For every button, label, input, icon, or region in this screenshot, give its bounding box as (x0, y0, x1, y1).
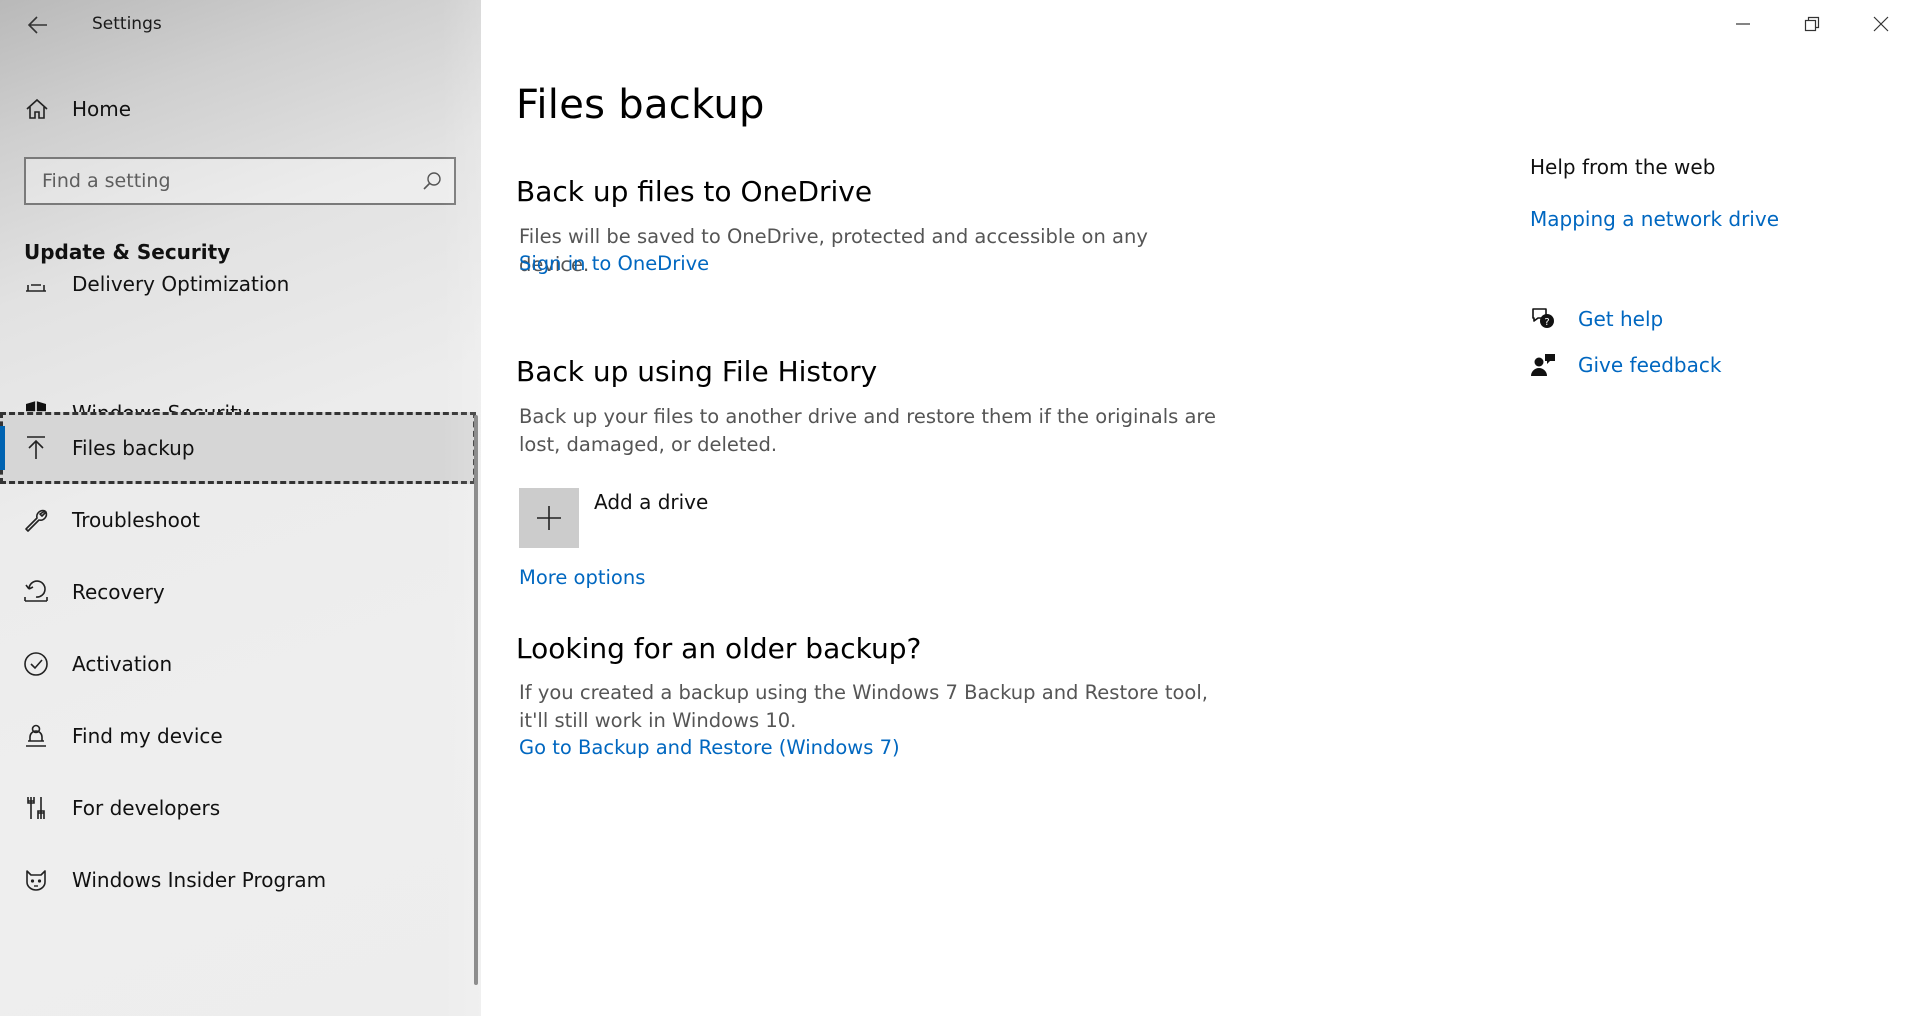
get-help-icon: ? (1530, 306, 1556, 332)
help-title: Help from the web (1530, 155, 1716, 179)
sidebar: Settings Home Update & Security Deli (0, 0, 481, 1016)
give-feedback-link[interactable]: Give feedback (1530, 352, 1721, 378)
sidebar-scrollbar[interactable] (474, 415, 478, 985)
page-title: Files backup (516, 82, 765, 128)
sidebar-item-troubleshoot[interactable]: Troubleshoot (0, 484, 476, 556)
add-drive-button[interactable]: Add a drive (519, 488, 708, 548)
sidebar-item-label: Delivery Optimization (72, 272, 290, 296)
sidebar-item-delivery-optimization[interactable]: Delivery Optimization (0, 270, 476, 320)
check-circle-icon (22, 650, 50, 678)
help-panel: Help from the web Mapping a network driv… (1530, 0, 1910, 500)
plus-icon (519, 488, 579, 548)
sidebar-item-label: Recovery (72, 580, 165, 604)
get-help-label: Get help (1578, 307, 1664, 331)
svg-text:?: ? (1544, 317, 1549, 328)
sidebar-item-label: Troubleshoot (72, 508, 200, 532)
get-help-link[interactable]: ? Get help (1530, 306, 1663, 332)
sidebar-item-windows-insider[interactable]: Windows Insider Program (0, 844, 476, 916)
sidebar-item-find-my-device[interactable]: Find my device (0, 700, 476, 772)
search-box (24, 157, 456, 205)
section-title: Update & Security (24, 240, 231, 264)
recovery-icon (22, 578, 50, 606)
app-title: Settings (92, 14, 162, 34)
developer-tools-icon (22, 794, 50, 822)
sidebar-item-label: For developers (72, 796, 221, 820)
sidebar-item-for-developers[interactable]: For developers (0, 772, 476, 844)
sidebar-item-label: Find my device (72, 724, 223, 748)
upload-arrow-icon (22, 434, 50, 462)
insider-cat-icon (22, 866, 50, 894)
backup-restore-windows7-link[interactable]: Go to Backup and Restore (Windows 7) (519, 736, 900, 759)
add-drive-label: Add a drive (594, 490, 709, 514)
sidebar-item-label: Files backup (72, 436, 195, 460)
more-options-link[interactable]: More options (519, 566, 645, 589)
sidebar-item-recovery[interactable]: Recovery (0, 556, 476, 628)
home-icon (24, 96, 50, 122)
file-history-description: Back up your files to another drive and … (519, 405, 1217, 456)
mapping-network-drive-link[interactable]: Mapping a network drive (1530, 207, 1779, 231)
back-arrow-icon (28, 16, 47, 34)
sidebar-item-label: Activation (72, 652, 173, 676)
sidebar-item-label: Home (72, 97, 132, 121)
sidebar-item-label: Windows Insider Program (72, 868, 327, 892)
search-input[interactable] (26, 159, 410, 203)
wrench-icon (22, 506, 50, 534)
onedrive-heading: Back up files to OneDrive (516, 175, 873, 208)
search-icon[interactable] (410, 159, 454, 203)
delivery-optimization-icon (22, 270, 50, 298)
give-feedback-label: Give feedback (1578, 353, 1722, 377)
sidebar-nav-list: Delivery Optimization Windows Security F… (0, 270, 478, 1016)
back-button[interactable] (18, 8, 58, 42)
older-backup-description: If you created a backup using the Window… (519, 681, 1208, 732)
person-location-icon (22, 722, 50, 750)
feedback-icon (1530, 352, 1556, 378)
sidebar-item-files-backup[interactable]: Files backup (0, 412, 476, 484)
sign-in-onedrive-link[interactable]: Sign in to OneDrive (519, 252, 709, 275)
sidebar-item-activation[interactable]: Activation (0, 628, 476, 700)
sidebar-item-home[interactable]: Home (24, 93, 131, 125)
file-history-heading: Back up using File History (516, 355, 878, 388)
older-backup-heading: Looking for an older backup? (516, 632, 922, 665)
